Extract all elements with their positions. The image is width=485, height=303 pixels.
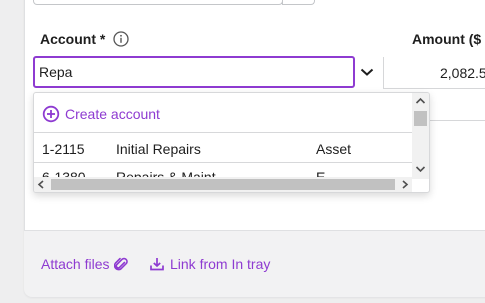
amount-value: 2,082.5 [440,65,485,81]
vertical-scrollbar[interactable] [412,93,429,179]
tray-download-icon [150,258,164,271]
link-from-tray-link[interactable]: Link from In tray [149,256,270,272]
account-code: 1-2115 [42,141,85,157]
attach-files-link[interactable]: Attach files [41,256,129,272]
horizontal-scrollbar[interactable] [34,177,412,192]
chevron-down-icon [360,68,374,76]
horizontal-scroll-thumb[interactable] [51,179,395,190]
account-dropdown-list: Create account 1-2115 Initial Repairs As… [33,92,430,193]
account-name: Initial Repairs [116,141,201,157]
account-label: Account * [40,31,106,47]
vertical-scroll-thumb[interactable] [414,111,427,126]
account-type: Asset [316,141,352,157]
scroll-down-arrow-icon[interactable] [412,160,429,177]
previous-field-addon[interactable] [282,0,315,5]
scroll-left-arrow-icon[interactable] [34,177,49,192]
account-code: 6-1380 [42,169,86,177]
account-type: E [316,169,326,177]
scroll-up-arrow-icon[interactable] [412,93,429,110]
account-search-input[interactable] [33,56,355,88]
amount-label: Amount ($ [412,31,482,47]
paperclip-icon [114,257,129,271]
account-name: Repairs & Maint [116,169,216,177]
attach-files-label: Attach files [41,256,110,272]
create-account-option[interactable]: Create account [42,105,160,123]
previous-field-input[interactable] [33,0,283,5]
link-from-tray-label: Link from In tray [170,256,271,272]
account-dropdown-toggle[interactable] [352,57,382,87]
plus-circle-icon [42,105,60,123]
account-option[interactable]: 6-1380 Repairs & Maint E [34,163,412,177]
info-icon[interactable] [113,31,129,47]
scroll-right-arrow-icon[interactable] [397,177,412,192]
create-account-label: Create account [65,106,160,122]
account-option[interactable]: 1-2115 Initial Repairs Asset [34,133,412,163]
